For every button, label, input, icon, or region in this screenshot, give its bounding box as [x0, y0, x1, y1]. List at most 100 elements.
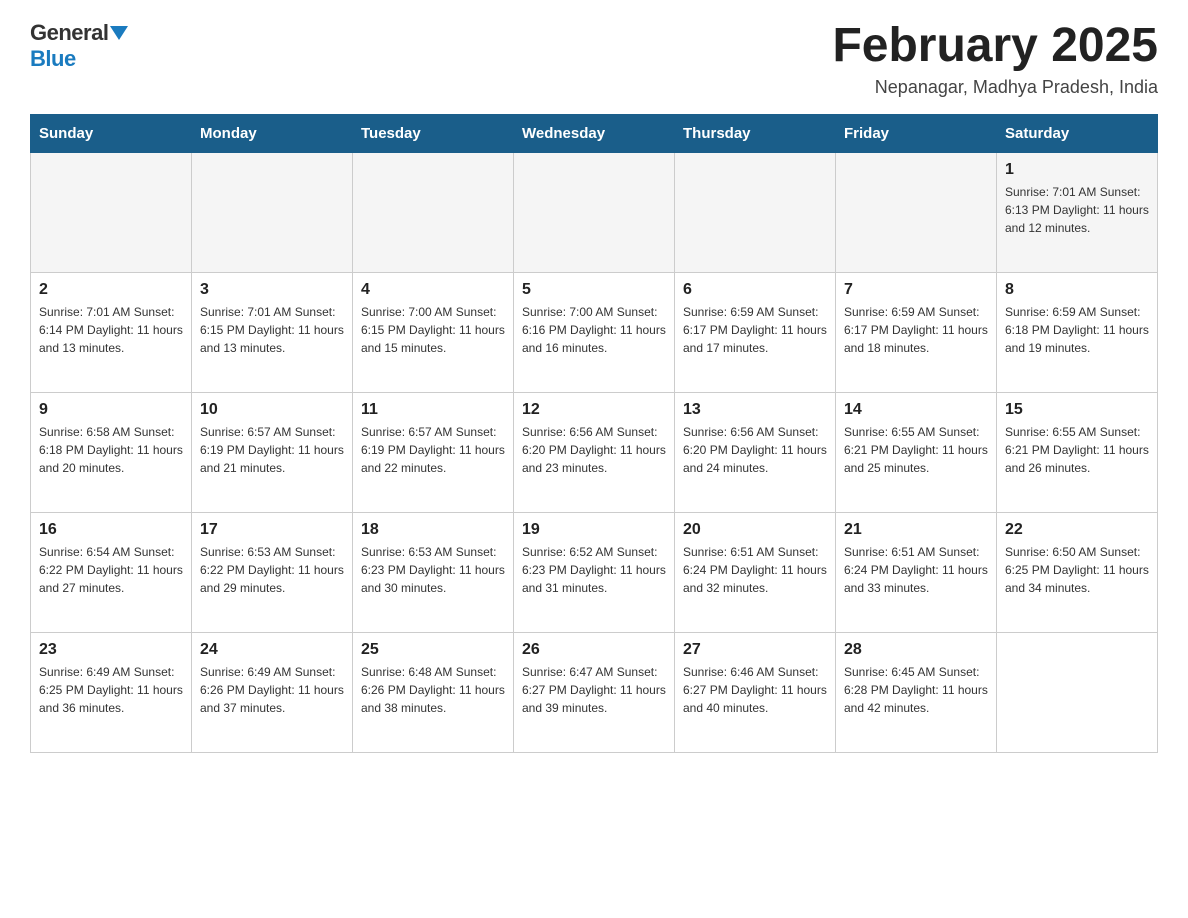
calendar-week-1: 1 Sunrise: 7:01 AM Sunset: 6:13 PM Daylig…	[31, 152, 1158, 272]
day-number: 18	[361, 521, 505, 539]
day-number: 22	[1005, 521, 1149, 539]
logo-blue-text: Blue	[30, 46, 76, 71]
weekday-header-saturday: Saturday	[997, 114, 1158, 152]
calendar-cell: 24 Sunrise: 6:49 AM Sunset: 6:26 PM Dayli…	[192, 632, 353, 752]
day-info: Sunrise: 6:57 AM Sunset: 6:19 PM Dayligh…	[200, 423, 344, 477]
day-info: Sunrise: 6:50 AM Sunset: 6:25 PM Dayligh…	[1005, 543, 1149, 597]
day-number: 16	[39, 521, 183, 539]
calendar-cell: 14 Sunrise: 6:55 AM Sunset: 6:21 PM Dayli…	[836, 392, 997, 512]
day-info: Sunrise: 6:54 AM Sunset: 6:22 PM Dayligh…	[39, 543, 183, 597]
day-number: 14	[844, 401, 988, 419]
weekday-header-sunday: Sunday	[31, 114, 192, 152]
day-number: 17	[200, 521, 344, 539]
logo-general-text: General	[30, 20, 108, 45]
calendar-cell	[997, 632, 1158, 752]
calendar-cell: 3 Sunrise: 7:01 AM Sunset: 6:15 PM Daylig…	[192, 272, 353, 392]
calendar-week-2: 2Sunrise: 7:01 AM Sunset: 6:14 PM Daylig…	[31, 272, 1158, 392]
calendar-cell: 9 Sunrise: 6:58 AM Sunset: 6:18 PM Daylig…	[31, 392, 192, 512]
day-number: 15	[1005, 401, 1149, 419]
calendar-cell	[836, 152, 997, 272]
calendar-cell: 25Sunrise: 6:48 AM Sunset: 6:26 PM Dayli…	[353, 632, 514, 752]
calendar-cell: 5Sunrise: 7:00 AM Sunset: 6:16 PM Daylig…	[514, 272, 675, 392]
calendar-cell: 27 Sunrise: 6:46 AM Sunset: 6:27 PM Dayli…	[675, 632, 836, 752]
calendar-cell	[353, 152, 514, 272]
weekday-header-monday: Monday	[192, 114, 353, 152]
calendar-cell: 2Sunrise: 7:01 AM Sunset: 6:14 PM Daylig…	[31, 272, 192, 392]
day-info: Sunrise: 6:59 AM Sunset: 6:17 PM Dayligh…	[844, 303, 988, 357]
weekday-header-wednesday: Wednesday	[514, 114, 675, 152]
day-number: 9	[39, 401, 183, 419]
page-header: General Blue February 2025 Nepanagar, Ma…	[30, 20, 1158, 98]
calendar-cell: 13 Sunrise: 6:56 AM Sunset: 6:20 PM Dayli…	[675, 392, 836, 512]
weekday-header-row: SundayMondayTuesdayWednesdayThursdayFrid…	[31, 114, 1158, 152]
day-number: 13	[683, 401, 827, 419]
weekday-header-friday: Friday	[836, 114, 997, 152]
day-number: 24	[200, 641, 344, 659]
calendar-cell: 12 Sunrise: 6:56 AM Sunset: 6:20 PM Dayli…	[514, 392, 675, 512]
day-info: Sunrise: 6:49 AM Sunset: 6:26 PM Dayligh…	[200, 663, 344, 717]
calendar-cell	[31, 152, 192, 272]
day-number: 7	[844, 281, 988, 299]
calendar-cell	[514, 152, 675, 272]
calendar-cell	[675, 152, 836, 272]
day-number: 3	[200, 281, 344, 299]
day-info: Sunrise: 6:46 AM Sunset: 6:27 PM Dayligh…	[683, 663, 827, 717]
calendar-cell: 28 Sunrise: 6:45 AM Sunset: 6:28 PM Dayli…	[836, 632, 997, 752]
day-info: Sunrise: 6:53 AM Sunset: 6:22 PM Dayligh…	[200, 543, 344, 597]
calendar-cell: 23Sunrise: 6:49 AM Sunset: 6:25 PM Dayli…	[31, 632, 192, 752]
calendar-cell: 8 Sunrise: 6:59 AM Sunset: 6:18 PM Daylig…	[997, 272, 1158, 392]
day-info: Sunrise: 6:51 AM Sunset: 6:24 PM Dayligh…	[844, 543, 988, 597]
day-info: Sunrise: 7:00 AM Sunset: 6:15 PM Dayligh…	[361, 303, 505, 357]
day-info: Sunrise: 6:47 AM Sunset: 6:27 PM Dayligh…	[522, 663, 666, 717]
day-info: Sunrise: 7:01 AM Sunset: 6:15 PM Dayligh…	[200, 303, 344, 357]
day-info: Sunrise: 6:51 AM Sunset: 6:24 PM Dayligh…	[683, 543, 827, 597]
calendar-cell: 4 Sunrise: 7:00 AM Sunset: 6:15 PM Daylig…	[353, 272, 514, 392]
day-number: 8	[1005, 281, 1149, 299]
day-number: 1	[1005, 161, 1149, 179]
calendar-cell: 20 Sunrise: 6:51 AM Sunset: 6:24 PM Dayli…	[675, 512, 836, 632]
logo: General Blue	[30, 20, 128, 72]
day-number: 20	[683, 521, 827, 539]
calendar-cell: 6Sunrise: 6:59 AM Sunset: 6:17 PM Daylig…	[675, 272, 836, 392]
day-info: Sunrise: 6:45 AM Sunset: 6:28 PM Dayligh…	[844, 663, 988, 717]
weekday-header-tuesday: Tuesday	[353, 114, 514, 152]
day-number: 10	[200, 401, 344, 419]
day-info: Sunrise: 7:00 AM Sunset: 6:16 PM Dayligh…	[522, 303, 666, 357]
day-info: Sunrise: 6:55 AM Sunset: 6:21 PM Dayligh…	[844, 423, 988, 477]
day-number: 25	[361, 641, 505, 659]
logo-triangle-icon	[110, 26, 128, 40]
day-info: Sunrise: 6:56 AM Sunset: 6:20 PM Dayligh…	[683, 423, 827, 477]
calendar-week-3: 9 Sunrise: 6:58 AM Sunset: 6:18 PM Daylig…	[31, 392, 1158, 512]
day-info: Sunrise: 6:59 AM Sunset: 6:18 PM Dayligh…	[1005, 303, 1149, 357]
day-number: 26	[522, 641, 666, 659]
day-info: Sunrise: 6:49 AM Sunset: 6:25 PM Dayligh…	[39, 663, 183, 717]
day-info: Sunrise: 6:58 AM Sunset: 6:18 PM Dayligh…	[39, 423, 183, 477]
calendar-cell: 7 Sunrise: 6:59 AM Sunset: 6:17 PM Daylig…	[836, 272, 997, 392]
day-number: 19	[522, 521, 666, 539]
day-info: Sunrise: 6:57 AM Sunset: 6:19 PM Dayligh…	[361, 423, 505, 477]
day-info: Sunrise: 6:53 AM Sunset: 6:23 PM Dayligh…	[361, 543, 505, 597]
day-info: Sunrise: 6:56 AM Sunset: 6:20 PM Dayligh…	[522, 423, 666, 477]
day-number: 28	[844, 641, 988, 659]
day-info: Sunrise: 6:52 AM Sunset: 6:23 PM Dayligh…	[522, 543, 666, 597]
calendar-table: SundayMondayTuesdayWednesdayThursdayFrid…	[30, 114, 1158, 753]
location: Nepanagar, Madhya Pradesh, India	[832, 77, 1158, 98]
day-number: 12	[522, 401, 666, 419]
calendar-cell: 18 Sunrise: 6:53 AM Sunset: 6:23 PM Dayli…	[353, 512, 514, 632]
calendar-cell: 10 Sunrise: 6:57 AM Sunset: 6:19 PM Dayli…	[192, 392, 353, 512]
day-number: 4	[361, 281, 505, 299]
calendar-week-4: 16 Sunrise: 6:54 AM Sunset: 6:22 PM Dayli…	[31, 512, 1158, 632]
calendar-cell: 1 Sunrise: 7:01 AM Sunset: 6:13 PM Daylig…	[997, 152, 1158, 272]
calendar-cell: 15 Sunrise: 6:55 AM Sunset: 6:21 PM Dayli…	[997, 392, 1158, 512]
day-number: 27	[683, 641, 827, 659]
calendar-header: SundayMondayTuesdayWednesdayThursdayFrid…	[31, 114, 1158, 152]
day-info: Sunrise: 7:01 AM Sunset: 6:14 PM Dayligh…	[39, 303, 183, 357]
title-block: February 2025 Nepanagar, Madhya Pradesh,…	[832, 20, 1158, 98]
calendar-cell	[192, 152, 353, 272]
calendar-cell: 19 Sunrise: 6:52 AM Sunset: 6:23 PM Dayli…	[514, 512, 675, 632]
day-info: Sunrise: 7:01 AM Sunset: 6:13 PM Dayligh…	[1005, 183, 1149, 237]
day-number: 21	[844, 521, 988, 539]
calendar-cell: 11Sunrise: 6:57 AM Sunset: 6:19 PM Dayli…	[353, 392, 514, 512]
month-title: February 2025	[832, 20, 1158, 73]
day-info: Sunrise: 6:55 AM Sunset: 6:21 PM Dayligh…	[1005, 423, 1149, 477]
